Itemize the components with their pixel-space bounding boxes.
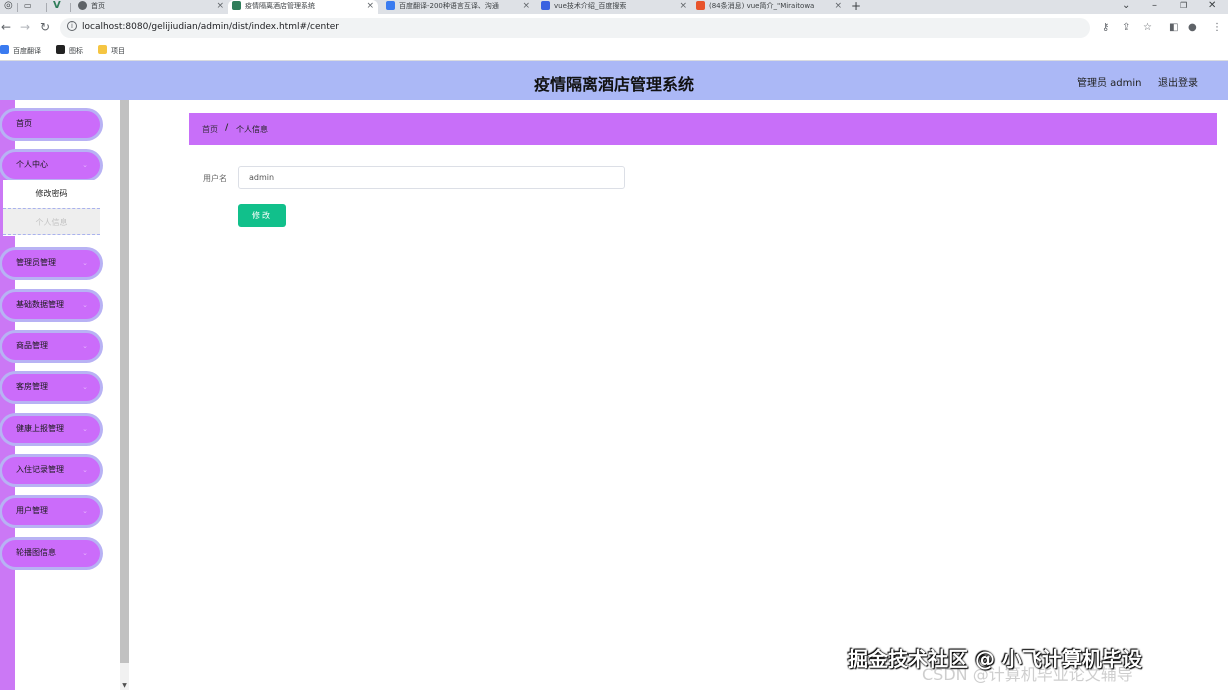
- chevron-down-icon: ⌄: [82, 301, 88, 309]
- close-tab-icon[interactable]: ×: [679, 0, 687, 13]
- chevron-down-icon: ⌄: [82, 383, 88, 391]
- sidebar-item-users[interactable]: 用户管理 ⌄: [2, 498, 100, 525]
- window-close-icon[interactable]: ✕: [1208, 0, 1216, 12]
- sidebar-item-rooms[interactable]: 客房管理 ⌄: [2, 374, 100, 401]
- pinned-tab-icon[interactable]: ▭: [24, 0, 32, 12]
- scroll-down-arrow-icon[interactable]: ▼: [120, 681, 129, 690]
- submenu-item-personal-info[interactable]: 个人信息: [3, 208, 100, 235]
- key-icon[interactable]: ⚷: [1102, 22, 1109, 34]
- chevron-down-icon: ⌄: [82, 161, 88, 169]
- bookmarks-bar: 百度翻译 图标 项目: [0, 42, 1228, 61]
- sidebar-item-health-report[interactable]: 健康上报管理 ⌄: [2, 416, 100, 443]
- username-label: 用户名: [203, 174, 227, 183]
- close-tab-icon[interactable]: ×: [366, 0, 374, 13]
- breadcrumb-separator: /: [225, 123, 229, 133]
- baidu-translate-icon: [0, 45, 9, 54]
- sidebar-item-home[interactable]: 首页: [2, 111, 100, 138]
- personal-center-submenu: 修改密码 个人信息: [3, 180, 100, 236]
- scrollbar-thumb[interactable]: [120, 100, 129, 663]
- folder-icon: [98, 45, 107, 54]
- browser-tab-strip: ◎ ▭ V 首页 × 疫情隔离酒店管理系统 × 百度翻译-200种语言互译、沟通…: [0, 0, 1228, 14]
- share-icon[interactable]: ⇪: [1122, 22, 1130, 34]
- url-text[interactable]: localhost:8080/gelijiudian/admin/dist/in…: [82, 20, 339, 34]
- tab-baidu-search[interactable]: vue技术介绍_百度搜索 ×: [541, 0, 687, 14]
- chevron-down-icon: ⌄: [82, 549, 88, 557]
- tab-csdn[interactable]: (84条消息) vue简介_"Miraitowa ×: [696, 0, 842, 14]
- submenu-item-change-password[interactable]: 修改密码: [3, 180, 100, 207]
- back-arrow-icon[interactable]: ←: [1, 20, 11, 34]
- tab-active-hotel-system[interactable]: 疫情隔离酒店管理系统 ×: [228, 0, 378, 14]
- chevron-down-icon: ⌄: [82, 259, 88, 267]
- breadcrumb: 首页 / 个人信息: [189, 113, 1217, 145]
- current-user: 管理员 admin: [1077, 78, 1142, 89]
- chevron-down-icon: ⌄: [82, 466, 88, 474]
- side-panel-icon[interactable]: ◧: [1169, 22, 1178, 34]
- breadcrumb-current: 个人信息: [236, 125, 268, 134]
- sidebar-scrollbar[interactable]: ▼: [120, 100, 129, 690]
- new-tab-button[interactable]: +: [851, 0, 861, 12]
- submit-button[interactable]: 修改: [238, 204, 286, 227]
- bookmark-baidu-translate[interactable]: 百度翻译: [0, 44, 41, 58]
- site-info-icon[interactable]: i: [67, 21, 77, 31]
- vue-icon: [232, 1, 241, 10]
- baidu-translate-icon: [386, 1, 395, 10]
- image-icon: [56, 45, 65, 54]
- chevron-down-icon: ⌄: [82, 342, 88, 350]
- baidu-paw-icon: [541, 1, 550, 10]
- sidebar-item-admin-management[interactable]: 管理员管理 ⌄: [2, 250, 100, 277]
- tab-baidu-translate[interactable]: 百度翻译-200种语言互译、沟通 ×: [386, 0, 530, 14]
- bookmark-projects[interactable]: 项目: [98, 44, 125, 58]
- star-icon[interactable]: ☆: [1143, 22, 1152, 34]
- close-tab-icon[interactable]: ×: [834, 0, 842, 13]
- sidebar-item-personal-center[interactable]: 个人中心 ⌄: [2, 152, 100, 179]
- chevron-down-icon: ⌄: [82, 425, 88, 433]
- restore-icon[interactable]: ❐: [1180, 0, 1187, 12]
- tab-home[interactable]: 首页 ×: [78, 0, 224, 14]
- profile-icon[interactable]: ●: [1188, 22, 1197, 34]
- vue-pinned-tab-icon[interactable]: V: [53, 0, 61, 12]
- tab-search-chevron-icon[interactable]: ⌄: [1122, 0, 1130, 12]
- sidebar-item-base-data[interactable]: 基础数据管理 ⌄: [2, 292, 100, 319]
- bookmark-icons[interactable]: 图标: [56, 44, 83, 58]
- csdn-icon: [696, 1, 705, 10]
- breadcrumb-home[interactable]: 首页: [202, 124, 218, 135]
- forward-arrow-icon[interactable]: →: [20, 20, 30, 34]
- url-field[interactable]: i localhost:8080/gelijiudian/admin/dist/…: [60, 18, 1090, 38]
- sidebar-item-checkin-records[interactable]: 入住记录管理 ⌄: [2, 457, 100, 484]
- globe-icon: [78, 1, 87, 10]
- close-tab-icon[interactable]: ×: [216, 0, 224, 13]
- browser-menu-icon[interactable]: ◎: [4, 0, 13, 12]
- juejin-watermark: 掘金技术社区 @ 小飞计算机毕设: [848, 647, 1142, 671]
- minimize-icon[interactable]: –: [1152, 0, 1157, 12]
- chevron-down-icon: ⌄: [82, 507, 88, 515]
- close-tab-icon[interactable]: ×: [522, 0, 530, 13]
- sidebar-item-carousel[interactable]: 轮播图信息 ⌄: [2, 540, 100, 567]
- app-header: 疫情隔离酒店管理系统 管理员 admin 退出登录: [0, 61, 1228, 100]
- logout-link[interactable]: 退出登录: [1158, 74, 1198, 89]
- address-bar: ← → ↻ i localhost:8080/gelijiudian/admin…: [0, 14, 1228, 42]
- sidebar-item-goods[interactable]: 商品管理 ⌄: [2, 333, 100, 360]
- reload-icon[interactable]: ↻: [40, 20, 50, 34]
- username-field[interactable]: admin: [238, 166, 625, 189]
- more-menu-icon[interactable]: ⋮: [1212, 22, 1222, 34]
- page-title: 疫情隔离酒店管理系统: [533, 75, 694, 94]
